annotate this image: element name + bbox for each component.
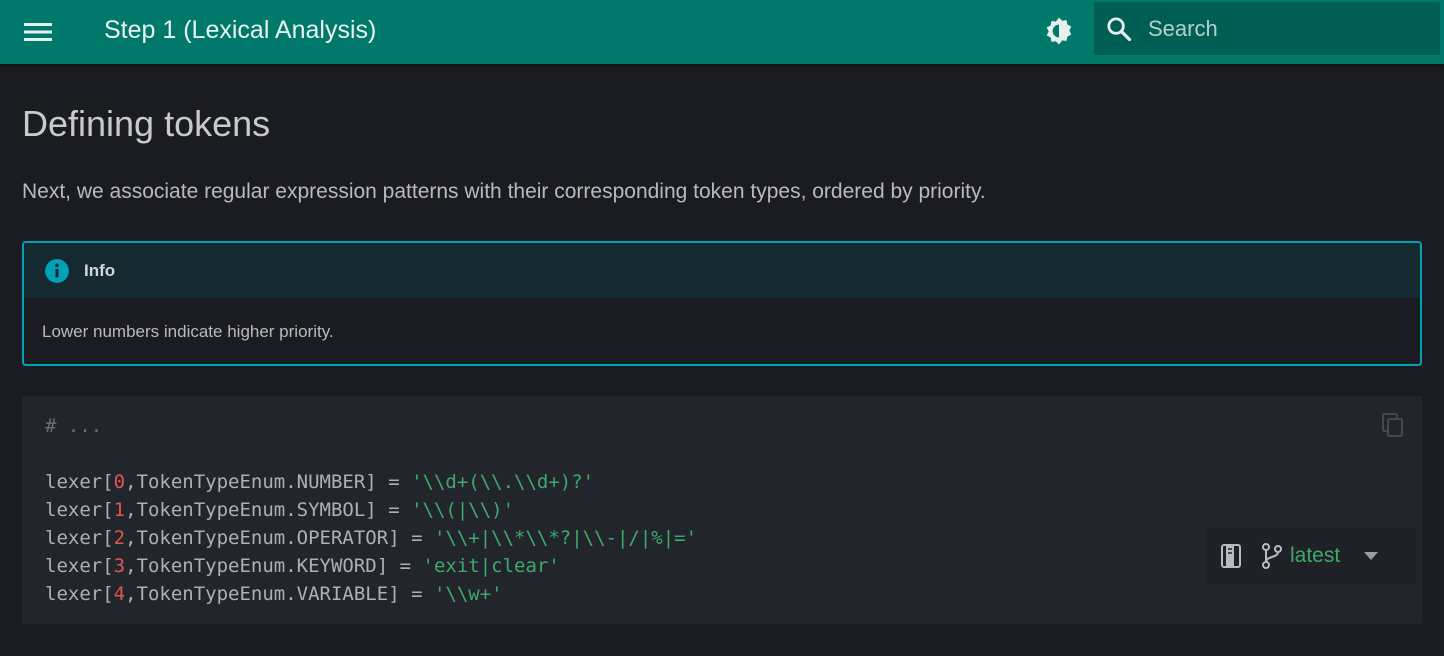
top-app-bar: Step 1 (Lexical Analysis) (0, 0, 1444, 64)
theme-toggle-button[interactable] (1036, 8, 1082, 54)
copy-code-button[interactable] (1378, 410, 1408, 440)
search-icon (1107, 16, 1132, 41)
intro-paragraph: Next, we associate regular expression pa… (22, 180, 986, 203)
menu-button[interactable] (14, 10, 62, 54)
search-box[interactable] (1094, 2, 1440, 55)
code-line: lexer[1,TokenTypeEnum.SYMBOL] = '\\(|\\)… (45, 499, 515, 521)
copy-icon (1382, 413, 1403, 437)
code-content: # ... lexer[0,TokenTypeEnum.NUMBER] = '\… (45, 412, 697, 608)
info-icon (45, 258, 69, 283)
info-admonition: Info Lower numbers indicate higher prior… (22, 241, 1422, 366)
code-line: lexer[4,TokenTypeEnum.VARIABLE] = '\\w+' (45, 583, 503, 605)
admonition-header: Info (24, 243, 1420, 298)
admonition-title: Info (84, 260, 116, 280)
version-label: latest (1290, 544, 1341, 567)
page-title: Defining tokens (22, 103, 271, 144)
version-selector: latest (1206, 528, 1416, 584)
version-dropdown[interactable]: latest (1256, 528, 1380, 584)
code-line: lexer[2,TokenTypeEnum.OPERATOR] = '\\+|\… (45, 527, 698, 549)
page-header-title: Step 1 (Lexical Analysis) (104, 16, 377, 44)
book-icon (1221, 544, 1241, 568)
brightness-icon (1046, 17, 1072, 45)
code-line: lexer[3,TokenTypeEnum.KEYWORD] = 'exit|c… (45, 555, 560, 577)
git-branch-icon (1262, 543, 1282, 569)
code-line: lexer[0,TokenTypeEnum.NUMBER] = '\\d+(\\… (45, 471, 595, 493)
code-block: # ... lexer[0,TokenTypeEnum.NUMBER] = '\… (22, 396, 1422, 624)
admonition-body: Lower numbers indicate higher priority. (42, 322, 334, 341)
search-input[interactable] (1144, 2, 1440, 55)
dropdown-arrow-icon (1364, 552, 1379, 560)
hamburger-menu-icon (24, 23, 52, 41)
code-comment: # ... (45, 415, 103, 437)
